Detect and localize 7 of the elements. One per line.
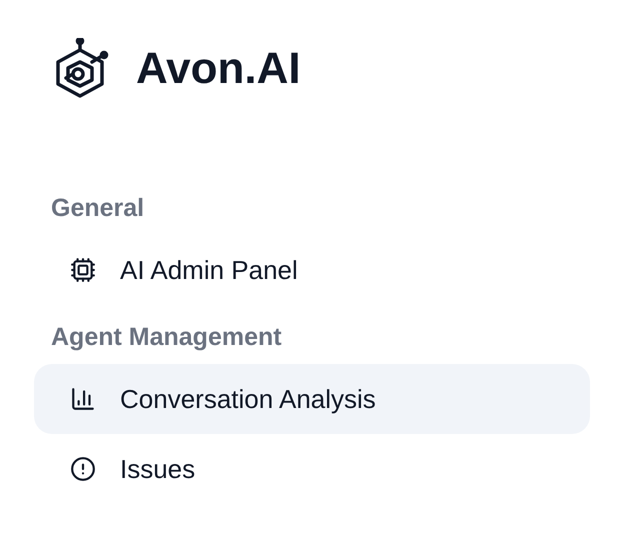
bar-chart-icon [70, 386, 96, 412]
brand-name: Avon.AI [136, 47, 301, 91]
cpu-icon [70, 257, 96, 283]
section-heading: General [50, 196, 146, 221]
nav-item[interactable]: Conversation Analysis [34, 364, 590, 434]
section-heading: Agent Management [50, 325, 283, 350]
alert-circle-icon [70, 456, 96, 482]
